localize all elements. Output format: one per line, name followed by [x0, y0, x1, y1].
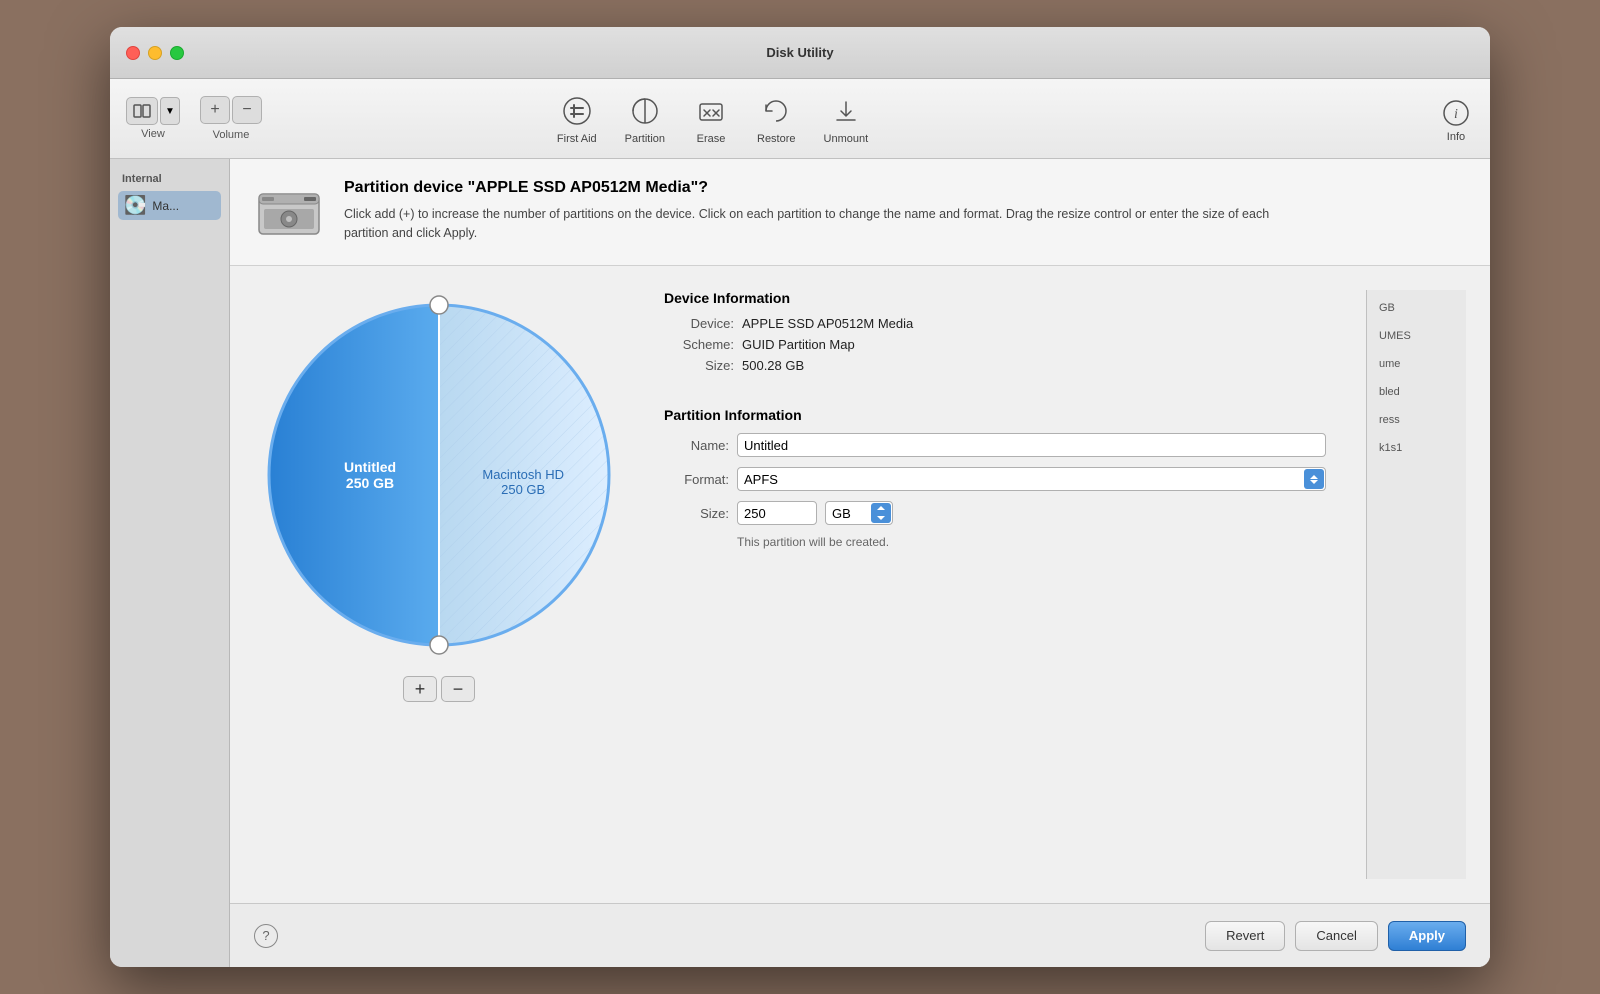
volume-label: Volume — [213, 129, 250, 141]
sidebar-item-disk[interactable]: 💽 Ma... — [118, 191, 221, 220]
restore-action[interactable]: Restore — [757, 93, 796, 145]
size-row: Size: 500.28 GB — [664, 358, 1326, 373]
dialog-header: Partition device "APPLE SSD AP0512M Medi… — [230, 159, 1490, 266]
help-button[interactable]: ? — [254, 924, 278, 948]
pie-area: Untitled 250 GB Macintosh HD 250 GB + − — [254, 290, 624, 879]
remove-volume-button[interactable]: − — [232, 96, 262, 124]
right-panel: GB UMES ume bled ress k1s1 — [1366, 290, 1466, 879]
maximize-button[interactable] — [170, 46, 184, 60]
remove-partition-button[interactable]: − — [441, 676, 475, 702]
device-value: APPLE SSD AP0512M Media — [742, 316, 913, 331]
window-title: Disk Utility — [766, 45, 833, 60]
restore-icon — [758, 93, 794, 129]
erase-action[interactable]: Erase — [693, 93, 729, 145]
restore-label: Restore — [757, 133, 796, 145]
content-area: Partition device "APPLE SSD AP0512M Medi… — [230, 159, 1490, 967]
format-field-label: Format: — [664, 472, 729, 487]
partition-action[interactable]: Partition — [625, 93, 665, 145]
right-panel-item-ume: ume — [1375, 354, 1458, 374]
scheme-label: Scheme: — [664, 337, 734, 352]
dialog-footer: ? Revert Cancel Apply — [230, 903, 1490, 967]
revert-button[interactable]: Revert — [1205, 921, 1285, 951]
erase-icon — [693, 93, 729, 129]
dialog-header-text: Partition device "APPLE SSD AP0512M Medi… — [344, 179, 1304, 243]
size-field-row: Size: GB MB TB — [664, 501, 1326, 525]
unmount-action[interactable]: Unmount — [824, 93, 869, 145]
device-info: Device Information Device: APPLE SSD AP0… — [664, 290, 1326, 379]
title-bar: Disk Utility — [110, 27, 1490, 79]
right-panel-item-ress: ress — [1375, 410, 1458, 430]
main-area: Internal 💽 Ma... — [110, 159, 1490, 967]
close-button[interactable] — [126, 46, 140, 60]
unmount-label: Unmount — [824, 133, 869, 145]
name-field-label: Name: — [664, 438, 729, 453]
name-field-row: Name: — [664, 433, 1326, 457]
dialog-title: Partition device "APPLE SSD AP0512M Medi… — [344, 179, 1304, 197]
format-field-row: Format: APFS Mac OS Extended (Journaled)… — [664, 467, 1326, 491]
view-icon-button[interactable] — [126, 97, 158, 125]
partition-note: This partition will be created. — [737, 535, 1326, 549]
right-panel-item-umes: UMES — [1375, 326, 1458, 346]
sidebar-item-label: Ma... — [152, 199, 179, 213]
device-label: Device: — [664, 316, 734, 331]
cancel-button[interactable]: Cancel — [1295, 921, 1377, 951]
pie-chart: Untitled 250 GB Macintosh HD 250 GB — [254, 290, 624, 660]
info-action[interactable]: i Info — [1438, 95, 1474, 143]
scheme-row: Scheme: GUID Partition Map — [664, 337, 1326, 352]
view-label: View — [141, 128, 165, 140]
partition-info-heading: Partition Information — [664, 407, 1326, 423]
size-row-inputs: GB MB TB — [737, 501, 893, 525]
erase-label: Erase — [697, 133, 726, 145]
view-chevron-button[interactable]: ▼ — [160, 97, 180, 125]
partition-info: Partition Information Name: Format: APFS… — [664, 407, 1326, 549]
first-aid-action[interactable]: First Aid — [557, 93, 597, 145]
size-unit-wrapper: GB MB TB — [825, 501, 893, 525]
device-info-heading: Device Information — [664, 290, 1326, 306]
traffic-lights — [126, 46, 184, 60]
partition-label: Partition — [625, 133, 665, 145]
minimize-button[interactable] — [148, 46, 162, 60]
format-select[interactable]: APFS Mac OS Extended (Journaled) ExFAT M… — [737, 467, 1326, 491]
pie-controls: + − — [403, 676, 475, 702]
right-panel-item-gb: GB — [1375, 298, 1458, 318]
format-select-wrapper: APFS Mac OS Extended (Journaled) ExFAT M… — [737, 467, 1326, 491]
size-field-label: Size: — [664, 506, 729, 521]
svg-text:i: i — [1454, 107, 1458, 122]
add-volume-button[interactable]: + — [200, 96, 230, 124]
info-panel: Device Information Device: APPLE SSD AP0… — [664, 290, 1326, 879]
info-label: Info — [1447, 131, 1465, 143]
size-label: Size: — [664, 358, 734, 373]
size-value: 500.28 GB — [742, 358, 804, 373]
device-row: Device: APPLE SSD AP0512M Media — [664, 316, 1326, 331]
toolbar: ▼ View + − Volume First A — [110, 79, 1490, 159]
scheme-value: GUID Partition Map — [742, 337, 855, 352]
info-icon: i — [1438, 95, 1474, 131]
right-panel-item-bled: bled — [1375, 382, 1458, 402]
view-group: ▼ View — [126, 97, 180, 140]
footer-buttons: Revert Cancel Apply — [1205, 921, 1466, 951]
disk-device-icon — [254, 179, 324, 249]
app-window: Disk Utility ▼ View + − Volume — [110, 27, 1490, 967]
partition-icon — [627, 93, 663, 129]
name-input[interactable] — [737, 433, 1326, 457]
apply-button[interactable]: Apply — [1388, 921, 1466, 951]
dialog-body: Untitled 250 GB Macintosh HD 250 GB + − — [230, 266, 1490, 903]
first-aid-icon — [559, 93, 595, 129]
right-panel-item-k1s1: k1s1 — [1375, 438, 1458, 458]
size-unit-select[interactable]: GB MB TB — [825, 501, 893, 525]
dialog-description: Click add (+) to increase the number of … — [344, 205, 1304, 243]
toolbar-actions: First Aid Partition — [557, 93, 868, 145]
sidebar: Internal 💽 Ma... — [110, 159, 230, 967]
volume-group: + − Volume — [200, 96, 262, 141]
unmount-icon — [828, 93, 864, 129]
sidebar-section-internal: Internal — [118, 171, 221, 187]
add-partition-button[interactable]: + — [403, 676, 437, 702]
disk-icon: 💽 — [124, 195, 146, 216]
size-input[interactable] — [737, 501, 817, 525]
first-aid-label: First Aid — [557, 133, 597, 145]
